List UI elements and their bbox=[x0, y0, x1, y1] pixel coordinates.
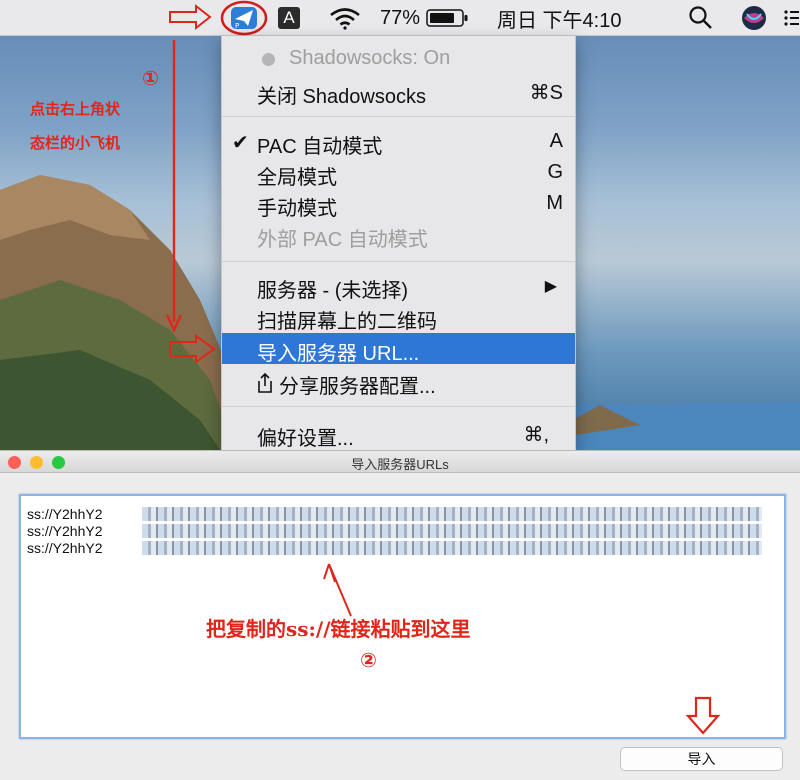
urls-textarea[interactable]: ss://Y2hhY2 ss://Y2hhY2 ss://Y2hhY2 把复制的… bbox=[19, 494, 786, 739]
step-one-marker: ① bbox=[142, 66, 159, 90]
step-one-text-line2: 态栏的小飞机 bbox=[30, 134, 121, 152]
annotation-arrow-down bbox=[685, 696, 721, 735]
step-two-marker: ② bbox=[360, 648, 377, 672]
redacted-url bbox=[142, 524, 762, 538]
import-button[interactable]: 导入 bbox=[620, 747, 783, 771]
url-prefix: ss://Y2hhY2 bbox=[27, 523, 103, 539]
step-two-text: 把复制的ss://链接粘贴到这里 bbox=[206, 617, 471, 641]
import-urls-dialog: 导入服务器URLs ss://Y2hhY2 ss://Y2hhY2 ss://Y… bbox=[0, 450, 800, 780]
dialog-titlebar[interactable]: 导入服务器URLs bbox=[0, 451, 800, 473]
step-one-text-line1: 点击右上角状 bbox=[30, 100, 121, 118]
redacted-url bbox=[142, 541, 762, 555]
redacted-url bbox=[142, 507, 762, 521]
url-prefix: ss://Y2hhY2 bbox=[27, 540, 103, 556]
url-prefix: ss://Y2hhY2 bbox=[27, 506, 103, 522]
dialog-title: 导入服务器URLs bbox=[351, 457, 449, 472]
annotation-arrows bbox=[165, 3, 216, 364]
